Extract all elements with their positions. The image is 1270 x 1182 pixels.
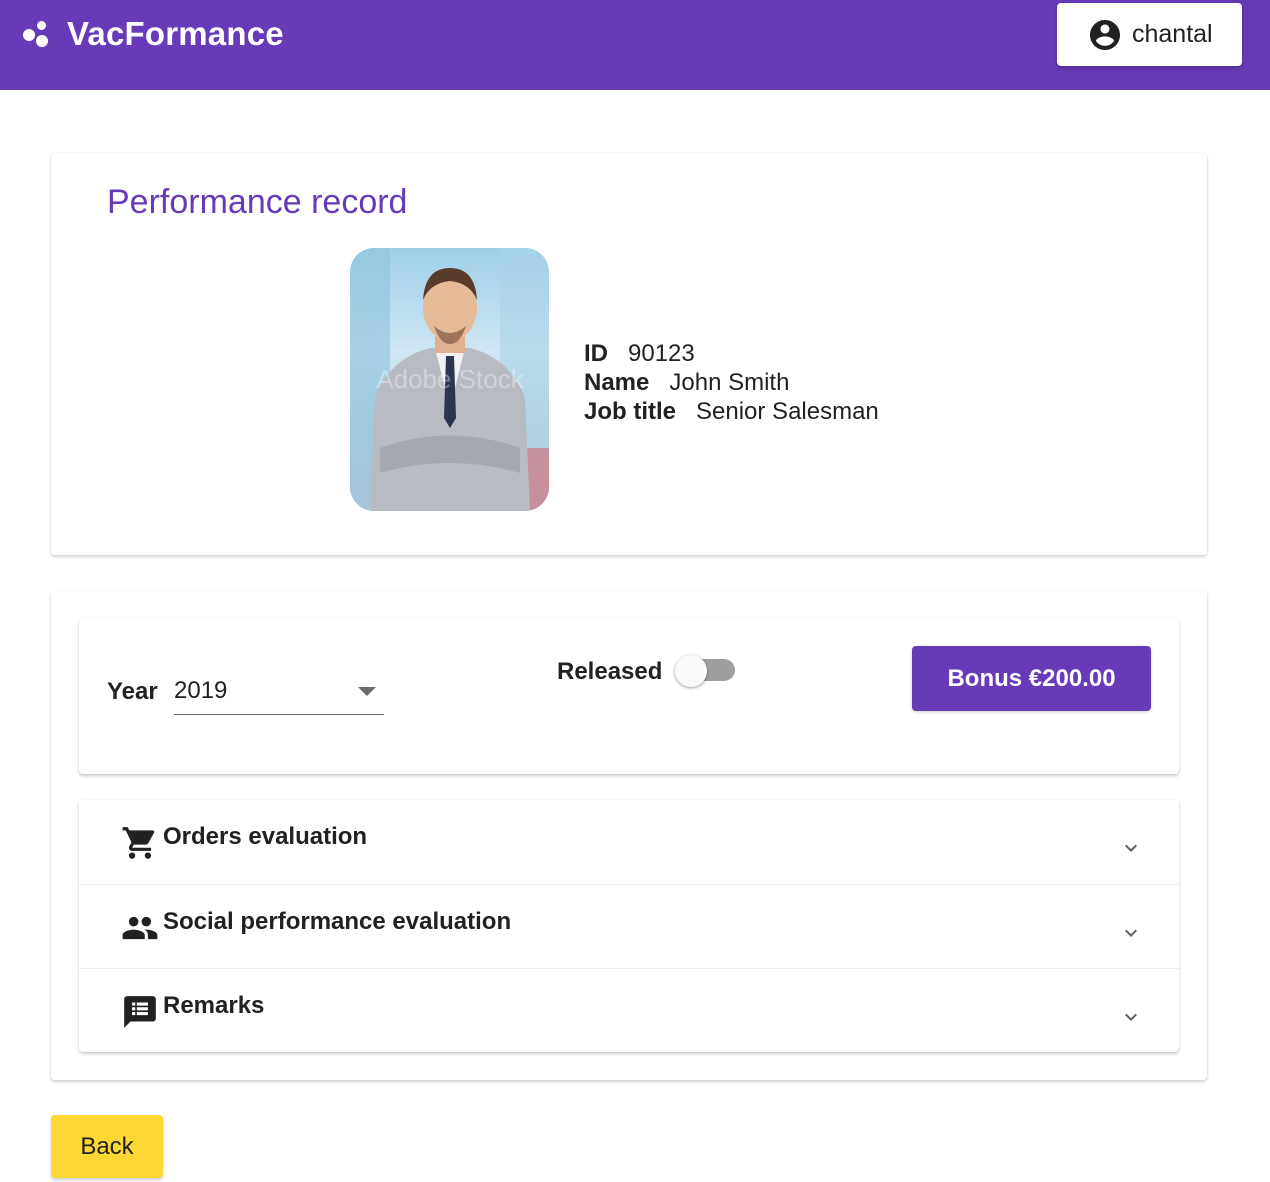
section-title: Social performance evaluation xyxy=(163,908,512,935)
user-name: chantal xyxy=(1132,20,1213,48)
chevron-down-icon xyxy=(1125,1013,1137,1021)
shopping-cart-icon xyxy=(122,827,155,859)
released-toggle[interactable] xyxy=(675,655,739,687)
job-title-label: Job title xyxy=(584,398,677,425)
year-value: 2019 xyxy=(174,677,228,704)
name-value: John Smith xyxy=(669,369,790,396)
app-bar: VacFormance chantal xyxy=(0,0,1270,90)
year-select[interactable]: 2019 xyxy=(174,673,384,715)
id-value: 90123 xyxy=(628,340,695,367)
filter-bar: Year 2019 Released Bonus €200.00 xyxy=(79,618,1179,774)
evaluation-card: Year 2019 Released Bonus €200.00 Orders … xyxy=(51,591,1207,1080)
chevron-down-icon xyxy=(1125,929,1137,937)
section-title: Orders evaluation xyxy=(163,823,368,850)
user-menu-button[interactable]: chantal xyxy=(1057,3,1242,66)
evaluation-accordion: Orders evaluation Social performance eva… xyxy=(79,800,1179,1052)
section-social-performance-evaluation[interactable]: Social performance evaluation xyxy=(79,884,1179,968)
back-button[interactable]: Back xyxy=(51,1115,163,1178)
section-orders-evaluation[interactable]: Orders evaluation xyxy=(79,800,1179,884)
chevron-down-icon xyxy=(1125,844,1137,852)
svg-text:Adobe Stock: Adobe Stock xyxy=(376,364,524,394)
info-row-job-title: Job title Senior Salesman xyxy=(584,397,879,426)
toggle-thumb xyxy=(675,655,707,687)
profile-card: Performance record Adobe Stock ID 90123 N… xyxy=(51,153,1207,555)
section-title: Remarks xyxy=(163,992,265,1019)
info-row-id: ID 90123 xyxy=(584,339,879,368)
bonus-button[interactable]: Bonus €200.00 xyxy=(912,646,1151,711)
info-row-name: Name John Smith xyxy=(584,368,879,397)
job-title-value: Senior Salesman xyxy=(696,398,879,425)
section-remarks[interactable]: Remarks xyxy=(79,968,1179,1052)
year-label: Year xyxy=(107,678,158,705)
account-circle-icon xyxy=(1090,19,1120,50)
brand-name: VacFormance xyxy=(67,15,284,52)
employee-photo: Adobe Stock xyxy=(350,248,549,511)
id-label: ID xyxy=(584,340,608,367)
released-label: Released xyxy=(557,658,663,685)
name-label: Name xyxy=(584,369,650,396)
dropdown-arrow-icon xyxy=(358,687,376,696)
people-icon xyxy=(122,916,158,940)
brand[interactable]: VacFormance xyxy=(22,14,284,54)
page-title: Performance record xyxy=(107,183,408,221)
comment-list-icon xyxy=(124,996,156,1028)
employee-info: ID 90123 Name John Smith Job title Senior S… xyxy=(584,339,879,426)
brand-logo-icon xyxy=(22,19,52,49)
